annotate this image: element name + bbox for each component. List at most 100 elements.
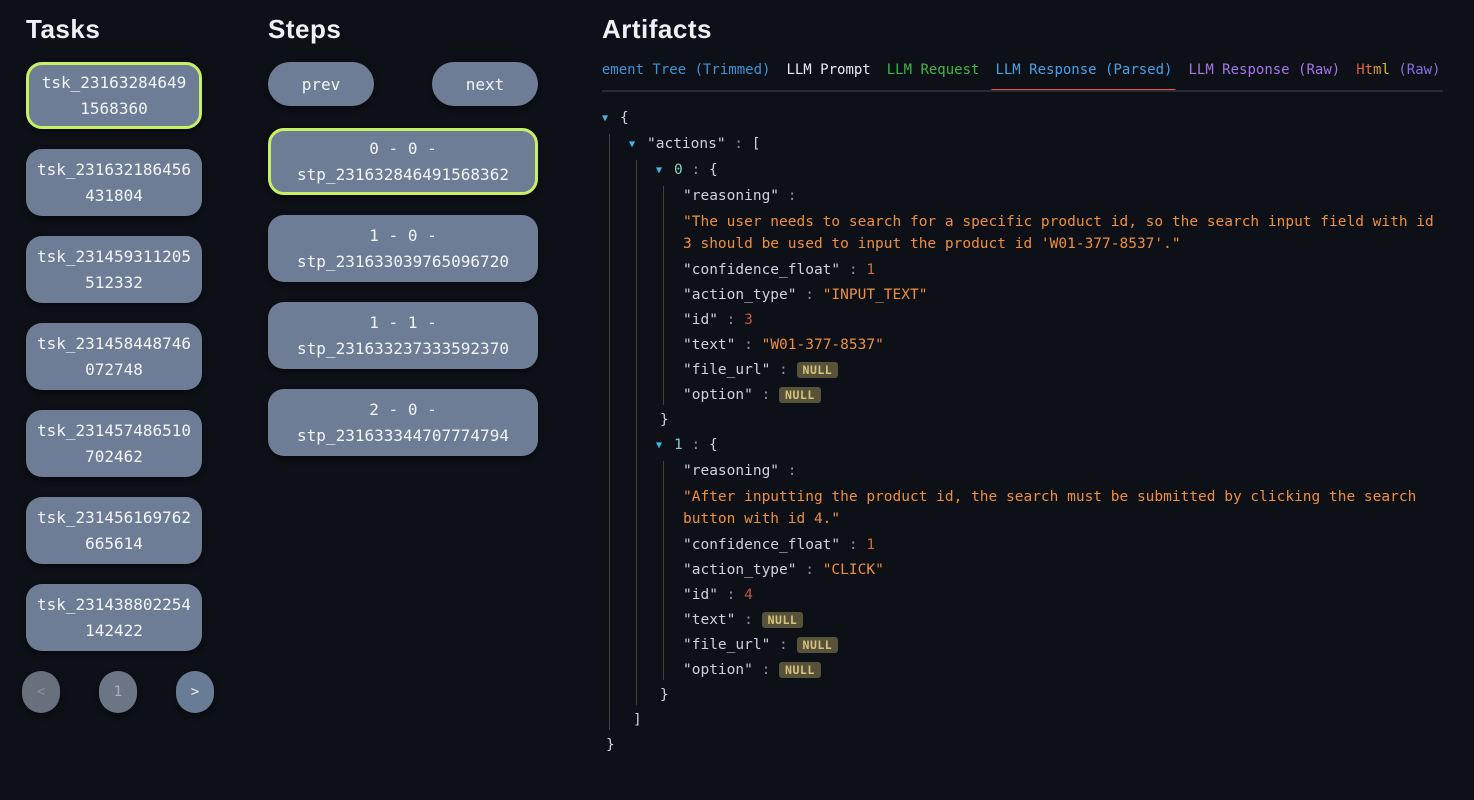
steps-title: Steps <box>268 14 538 45</box>
task-id-line2: 702462 <box>85 444 143 470</box>
json-children-group: "reasoning" : "After inputting the produ… <box>663 461 1443 680</box>
step-item-1[interactable]: 1 - 0 - stp_231633039765096720 <box>268 215 538 282</box>
step-label-line1: 1 - 1 - <box>369 310 436 336</box>
json-col: : <box>797 287 823 303</box>
json-col: : <box>718 587 744 603</box>
step-label-line2: stp_231633344707774794 <box>297 423 509 449</box>
json-children-group: ▼0 : {"reasoning" : "The user needs to s… <box>636 160 1443 705</box>
json-key: "id" <box>683 312 718 328</box>
tab-html-raw[interactable]: Html (Raw) <box>1356 62 1440 90</box>
tab-element-tree-trimmed[interactable]: Element Tree (Trimmed) <box>602 62 770 90</box>
json-line: "reasoning" : <box>683 461 1443 481</box>
json-col: : <box>770 362 796 378</box>
json-key: "confidence_float" <box>683 537 840 553</box>
json-col: : <box>797 562 823 578</box>
json-line: "action_type" : "INPUT_TEXT" <box>683 285 1443 305</box>
step-prev-button[interactable]: prev <box>268 62 374 106</box>
json-line: } <box>656 685 1443 705</box>
tasks-panel: Tasks tsk_23163284649 1568360 tsk_231632… <box>26 14 202 800</box>
json-null-badge: NULL <box>779 387 821 403</box>
json-number-value: 3 <box>744 312 753 328</box>
json-line: "file_url" : NULL <box>683 360 1443 380</box>
tab-llm-response-parsed[interactable]: LLM Response (Parsed) <box>995 62 1172 90</box>
collapse-arrow-icon[interactable]: ▼ <box>656 436 674 456</box>
task-item-3[interactable]: tsk_231458448746 072748 <box>26 323 202 390</box>
tab-llm-request[interactable]: LLM Request <box>887 62 980 90</box>
step-label-line1: 0 - 0 - <box>369 136 436 162</box>
json-col: : <box>718 312 744 328</box>
json-col: : <box>735 337 761 353</box>
task-item-2[interactable]: tsk_231459311205 512332 <box>26 236 202 303</box>
task-item-6[interactable]: tsk_231438802254 142422 <box>26 584 202 651</box>
task-id-line2: 072748 <box>85 357 143 383</box>
json-key: "text" <box>683 337 735 353</box>
json-string-value: "W01-377-8537" <box>762 337 884 353</box>
task-item-1[interactable]: tsk_231632186456 431804 <box>26 149 202 216</box>
json-string-value: "CLICK" <box>823 562 884 578</box>
json-col: : <box>683 437 709 453</box>
task-item-4[interactable]: tsk_231457486510 702462 <box>26 410 202 477</box>
step-label-line2: stp_231633237333592370 <box>297 336 509 362</box>
json-punc: { <box>709 162 718 178</box>
artifacts-title: Artifacts <box>602 14 1443 45</box>
json-line: "id" : 4 <box>683 585 1443 605</box>
json-punc: { <box>709 437 718 453</box>
json-punc: } <box>660 412 669 428</box>
json-response-viewer: ▼{▼"actions" : [▼0 : {"reasoning" : "The… <box>602 108 1443 755</box>
json-line: "confidence_float" : 1 <box>683 260 1443 280</box>
json-null-badge: NULL <box>762 612 804 628</box>
step-label-line1: 1 - 0 - <box>369 223 436 249</box>
json-string-value: "INPUT_TEXT" <box>823 287 928 303</box>
pagination-prev-button[interactable]: < <box>22 671 60 713</box>
json-punc: ] <box>633 712 642 728</box>
json-line: "option" : NULL <box>683 385 1443 405</box>
json-number-value: 4 <box>744 587 753 603</box>
collapse-arrow-icon[interactable]: ▼ <box>656 161 674 181</box>
json-key: "confidence_float" <box>683 262 840 278</box>
json-line: "text" : "W01-377-8537" <box>683 335 1443 355</box>
json-line: "option" : NULL <box>683 660 1443 680</box>
tab-llm-prompt[interactable]: LLM Prompt <box>786 62 870 90</box>
task-item-5[interactable]: tsk_231456169762 665614 <box>26 497 202 564</box>
step-item-2[interactable]: 1 - 1 - stp_231633237333592370 <box>268 302 538 369</box>
json-col: : <box>683 162 709 178</box>
step-next-button[interactable]: next <box>432 62 538 106</box>
json-key: "option" <box>683 387 753 403</box>
json-key: "action_type" <box>683 562 797 578</box>
json-string-value: "The user needs to search for a specific… <box>683 211 1443 255</box>
tab-html-raw-label-html: Html <box>1356 62 1390 78</box>
json-key: "id" <box>683 587 718 603</box>
task-item-0[interactable]: tsk_23163284649 1568360 <box>26 62 202 129</box>
artifacts-panel: Artifacts Element Tree (Trimmed) LLM Pro… <box>602 14 1474 800</box>
pagination-next-button[interactable]: > <box>176 671 214 713</box>
collapse-arrow-icon[interactable]: ▼ <box>602 109 620 129</box>
json-punc: } <box>606 737 615 753</box>
json-children-group: ▼"actions" : [▼0 : {"reasoning" : "The u… <box>609 134 1443 730</box>
json-line: ▼{ <box>602 108 1443 129</box>
task-id-line1: tsk_231458448746 <box>37 331 191 357</box>
task-id-line2: 431804 <box>85 183 143 209</box>
step-item-3[interactable]: 2 - 0 - stp_231633344707774794 <box>268 389 538 456</box>
collapse-arrow-icon[interactable]: ▼ <box>629 135 647 155</box>
json-array-index: 1 <box>674 437 683 453</box>
pagination-page-1-button[interactable]: 1 <box>99 671 137 713</box>
json-col: : <box>779 463 805 479</box>
json-punc: } <box>660 687 669 703</box>
json-null-badge: NULL <box>797 637 839 653</box>
json-key: "file_url" <box>683 362 770 378</box>
json-col: : <box>840 537 866 553</box>
json-col: : <box>840 262 866 278</box>
tab-llm-response-raw[interactable]: LLM Response (Raw) <box>1188 62 1340 90</box>
step-item-0[interactable]: 0 - 0 - stp_231632846491568362 <box>268 128 538 195</box>
json-line: "text" : NULL <box>683 610 1443 630</box>
step-nav: prev next <box>268 62 538 106</box>
app-root: Tasks tsk_23163284649 1568360 tsk_231632… <box>0 0 1474 800</box>
json-number-value: 1 <box>866 537 875 553</box>
json-line: "id" : 3 <box>683 310 1443 330</box>
json-punc: { <box>620 110 629 126</box>
json-line: "reasoning" : <box>683 186 1443 206</box>
json-null-badge: NULL <box>797 362 839 378</box>
json-key: "option" <box>683 662 753 678</box>
json-key: "actions" <box>647 136 726 152</box>
json-number-value: 1 <box>866 262 875 278</box>
